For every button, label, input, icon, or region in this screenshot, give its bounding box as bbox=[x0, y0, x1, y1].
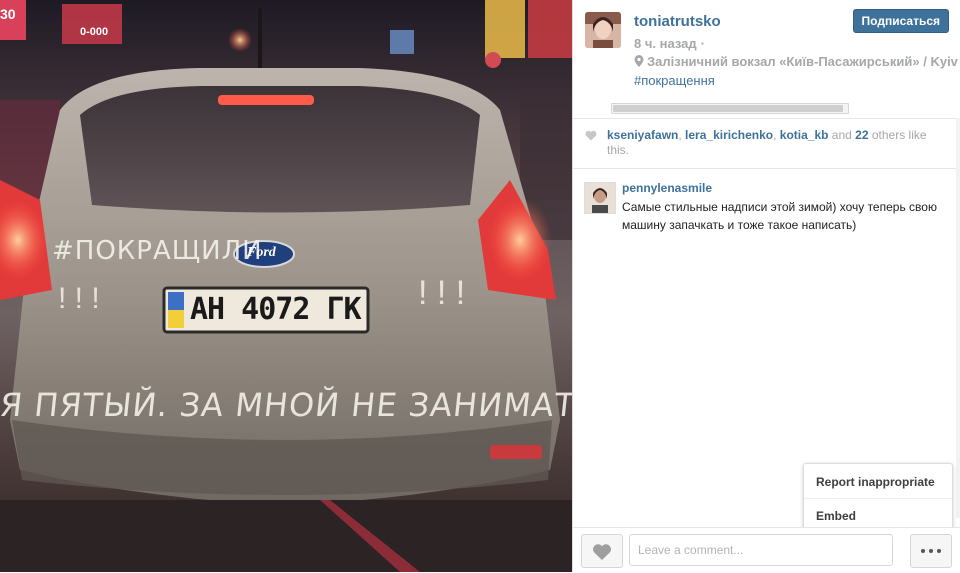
like-user-2[interactable]: lera_kirichenko bbox=[685, 128, 773, 142]
like-button[interactable] bbox=[581, 534, 623, 568]
post-caption-hashtag[interactable]: #покращення bbox=[634, 73, 715, 88]
traffic-sign bbox=[485, 52, 501, 68]
heart-icon bbox=[585, 130, 597, 141]
billboard bbox=[62, 4, 122, 44]
parking-sign bbox=[390, 30, 414, 54]
menu-divider bbox=[804, 498, 952, 499]
avatar[interactable] bbox=[585, 12, 621, 48]
comment-input[interactable] bbox=[629, 534, 893, 566]
ellipsis-icon bbox=[937, 549, 941, 553]
road bbox=[0, 500, 572, 572]
graffiti-hashtag: #ПОКРАЩИЛИ bbox=[52, 236, 263, 266]
likes-and: and bbox=[828, 128, 856, 142]
more-options-button[interactable] bbox=[910, 534, 952, 568]
more-options-menu: Report inappropriate Embed bbox=[803, 463, 953, 542]
comment-avatar[interactable] bbox=[584, 182, 616, 214]
comment-avatar-image bbox=[585, 183, 615, 213]
billboard-yellow bbox=[485, 0, 525, 58]
graffiti-exclaim-right: ! ! ! bbox=[418, 274, 466, 312]
reflector bbox=[490, 445, 542, 459]
post-time: 8 ч. назад · bbox=[634, 36, 705, 51]
like-separator: , bbox=[773, 128, 780, 142]
ford-badge-text: Ford bbox=[247, 245, 276, 260]
plate-number: AH 4072 ГК bbox=[190, 292, 362, 327]
post-location-text: Залізничний вокзал «Київ-Пасажирський» /… bbox=[647, 54, 958, 69]
follow-button[interactable]: Подписаться bbox=[852, 9, 949, 33]
post-username[interactable]: toniatrutsko bbox=[634, 13, 721, 30]
billboard-red bbox=[528, 0, 572, 58]
report-inappropriate-item[interactable]: Report inappropriate bbox=[816, 475, 935, 489]
graffiti-message: Я ПЯТЫЙ. ЗА МНОЙ НЕ ЗАНИМАТЬ bbox=[0, 386, 572, 424]
antenna bbox=[258, 8, 262, 74]
avatar-image bbox=[585, 12, 621, 48]
post-header: toniatrutsko 8 ч. назад · Залізничний вок… bbox=[573, 0, 960, 119]
headlight-glow bbox=[228, 28, 252, 52]
horizontal-scrollbar[interactable] bbox=[611, 103, 849, 114]
comments-scrollbar[interactable] bbox=[956, 118, 960, 518]
graffiti-exclaim-left: ! ! ! bbox=[58, 282, 100, 315]
post-location[interactable]: Залізничний вокзал «Київ-Пасажирський» /… bbox=[634, 54, 958, 69]
comment-footer bbox=[573, 527, 960, 573]
brake-light bbox=[218, 95, 314, 105]
comment-text: Самые стильные надписи этой зимой) хочу … bbox=[622, 200, 937, 232]
location-pin-icon bbox=[634, 55, 644, 67]
sign-number: 30 bbox=[0, 6, 16, 22]
likes-summary: kseniyafawn, lera_kirichenko, kotia_kb a… bbox=[573, 118, 960, 169]
post-time-text: 8 ч. назад bbox=[634, 36, 697, 51]
heart-icon bbox=[593, 544, 611, 560]
like-user-1[interactable]: kseniyafawn bbox=[607, 128, 678, 142]
separator-dot: · bbox=[700, 36, 705, 51]
post-details-panel: toniatrutsko 8 ч. назад · Залізничний вок… bbox=[572, 0, 960, 573]
post-photo[interactable]: #ПОКРАЩИЛИ Ford AH 4072 ГК ! ! ! ! ! ! Я… bbox=[0, 0, 572, 572]
embed-item[interactable]: Embed bbox=[816, 509, 856, 523]
comment-username[interactable]: pennylenasmile bbox=[622, 181, 712, 195]
scrollbar-thumb[interactable] bbox=[613, 105, 843, 112]
likes-count[interactable]: 22 bbox=[855, 128, 868, 142]
ellipsis-icon bbox=[921, 549, 925, 553]
likes-text: kseniyafawn, lera_kirichenko, kotia_kb a… bbox=[607, 128, 947, 158]
sign-number-2: 0-000 bbox=[80, 26, 109, 38]
like-user-3[interactable]: kotia_kb bbox=[780, 128, 829, 142]
ellipsis-icon bbox=[929, 549, 933, 553]
